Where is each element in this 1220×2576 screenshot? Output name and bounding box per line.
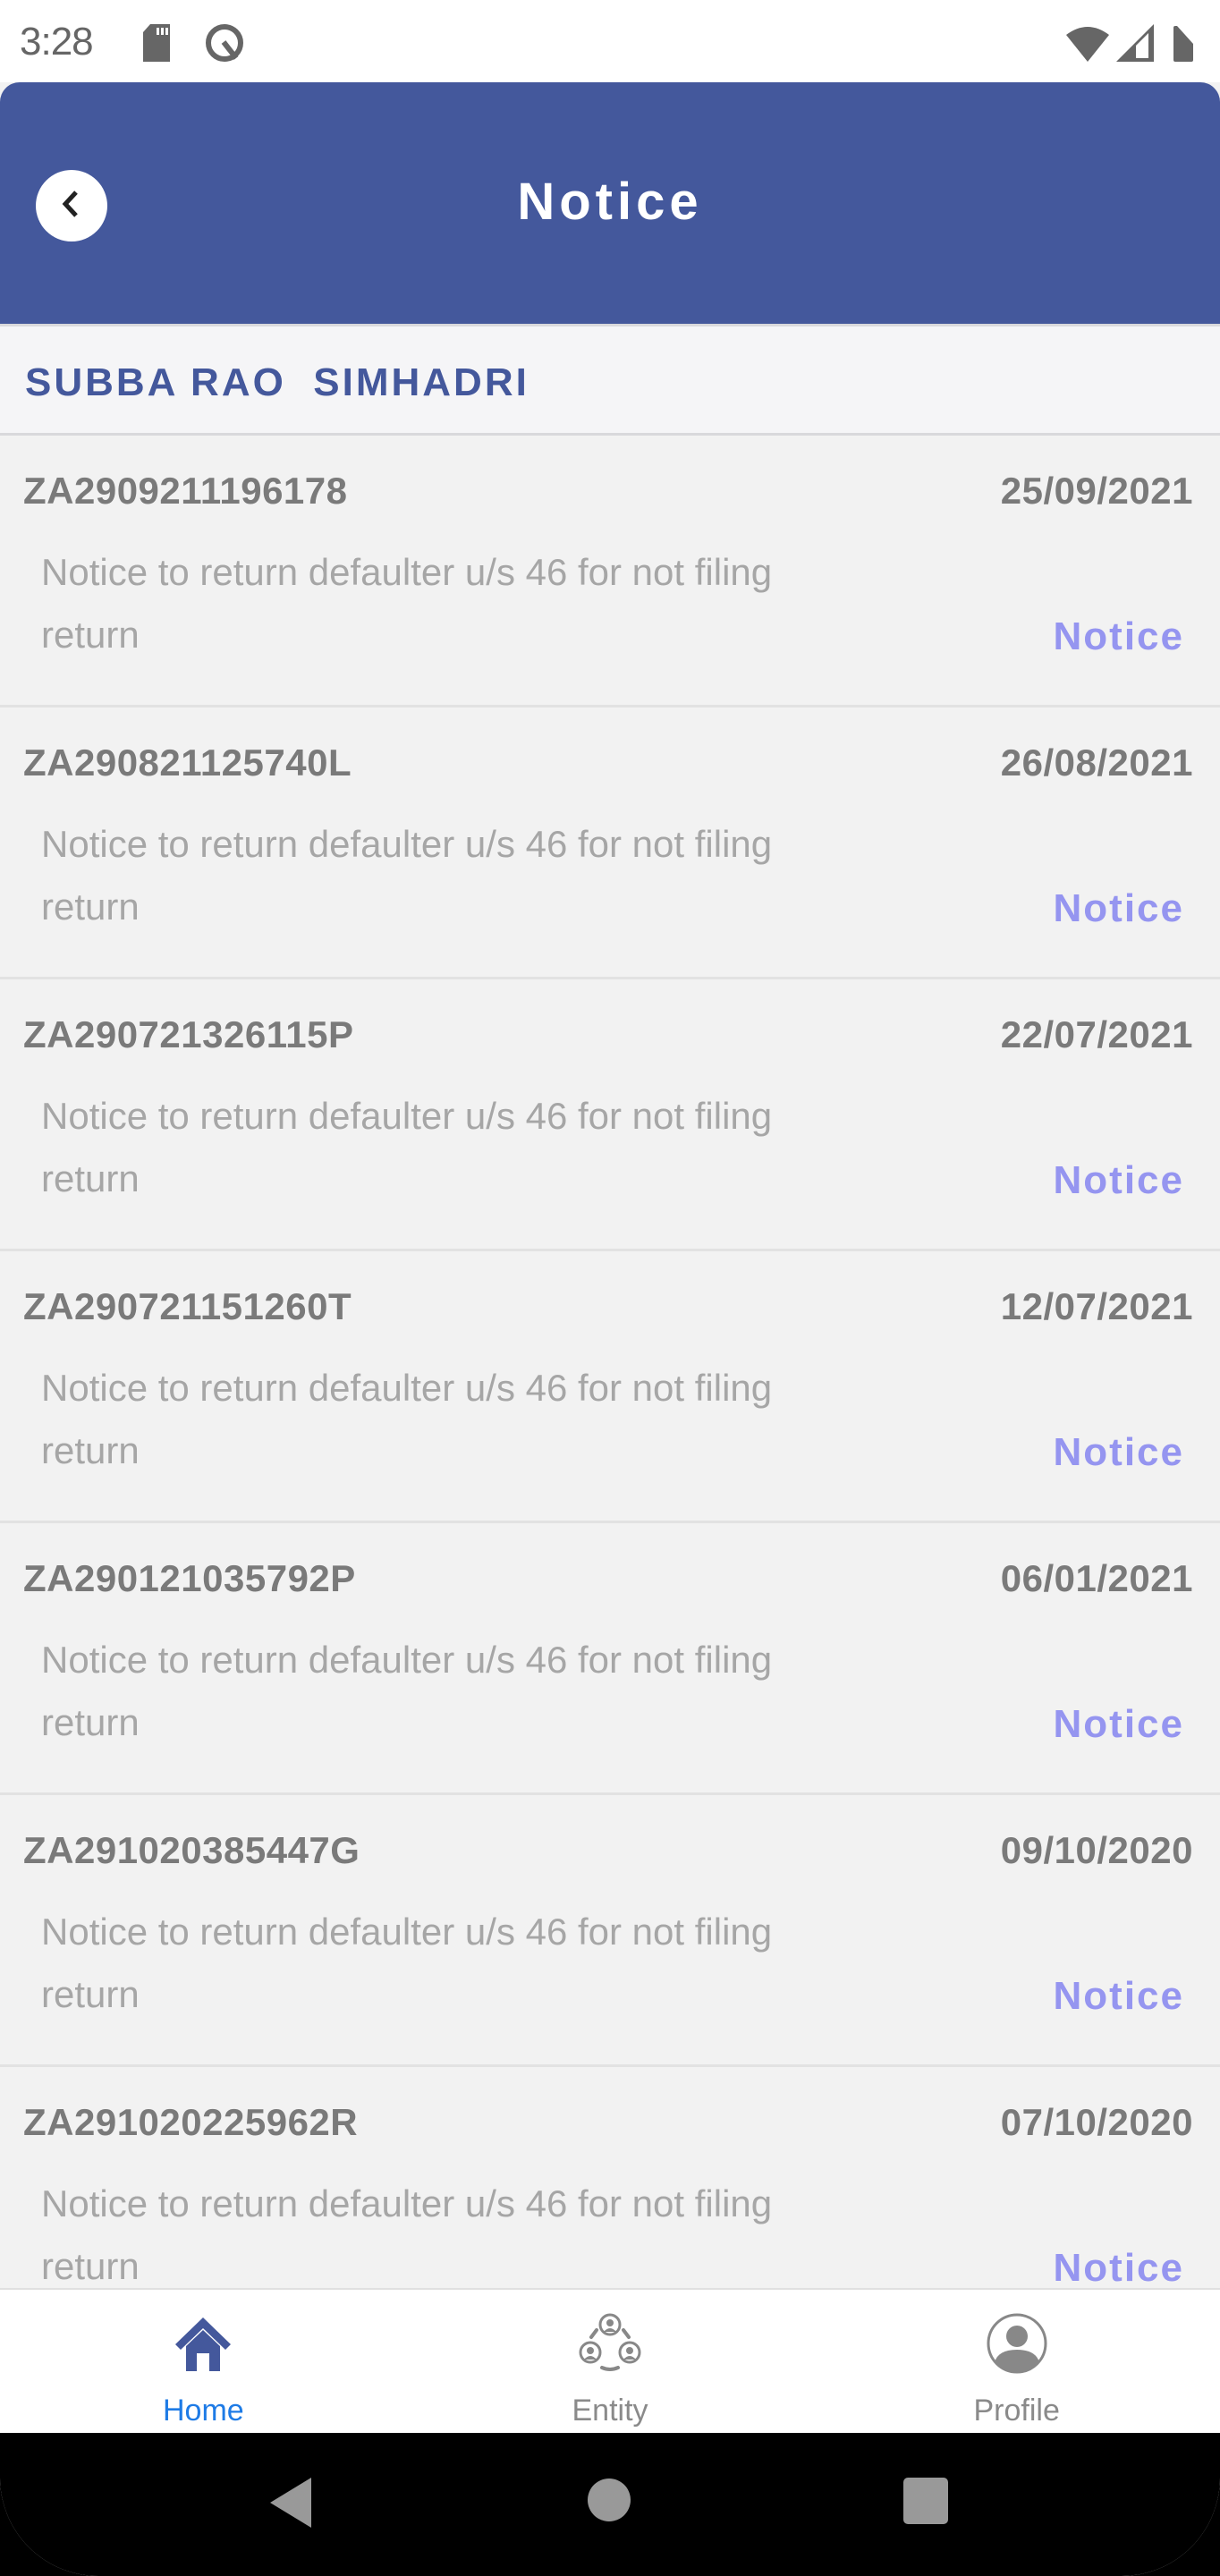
wifi-icon	[1064, 24, 1111, 66]
system-home-icon[interactable]	[587, 2478, 631, 2527]
app-screen: 3:28 Notice SUBBA RAO SIMHADRI ZA2909211…	[0, 0, 1220, 2576]
cell-signal-icon	[1116, 24, 1156, 66]
nav-item-entity[interactable]: Entity	[407, 2290, 814, 2433]
notice-link[interactable]: Notice	[1054, 2246, 1184, 2288]
notice-date: 12/07/2021	[1000, 1285, 1193, 1327]
notice-date: 07/10/2020	[1000, 2101, 1193, 2143]
notice-description: Notice to return defaulter u/s 46 for no…	[41, 1095, 773, 1199]
system-nav-bar	[0, 2433, 1220, 2576]
notice-description: Notice to return defaulter u/s 46 for no…	[41, 1367, 773, 1471]
notice-id: ZA2909211196178	[23, 470, 348, 512]
status-bar: 3:28	[0, 0, 1220, 82]
notice-id: ZA290721151260T	[23, 1285, 352, 1327]
nav-item-profile[interactable]: Profile	[813, 2290, 1220, 2433]
nav-item-home[interactable]: Home	[0, 2290, 407, 2433]
notice-date: 06/01/2021	[1000, 1557, 1193, 1599]
taxpayer-name: SUBBA RAO SIMHADRI	[25, 360, 530, 404]
notice-id: ZA290121035792P	[23, 1557, 356, 1599]
notice-date: 09/10/2020	[1000, 1829, 1193, 1871]
status-time: 3:28	[20, 20, 94, 64]
taxpayer-name-bar: SUBBA RAO SIMHADRI	[0, 324, 1220, 436]
notice-row[interactable]: ZA291020385447G 09/10/2020 Notice to ret…	[0, 1795, 1220, 2067]
nav-label-home: Home	[162, 2394, 244, 2428]
notice-link[interactable]: Notice	[1054, 1702, 1184, 1747]
notice-link[interactable]: Notice	[1054, 886, 1184, 931]
notice-id: ZA291020385447G	[23, 1829, 360, 1871]
notice-id: ZA290821125740L	[23, 741, 352, 784]
data-saver-icon	[204, 22, 245, 68]
notice-description: Notice to return defaulter u/s 46 for no…	[41, 551, 773, 656]
notice-date: 25/09/2021	[1000, 470, 1193, 512]
sd-card-icon	[143, 24, 170, 66]
notice-link[interactable]: Notice	[1054, 1158, 1184, 1203]
profile-icon	[981, 2308, 1053, 2379]
notice-id: ZA291020225962R	[23, 2101, 359, 2143]
notice-link[interactable]: Notice	[1054, 1974, 1184, 2019]
home-icon	[167, 2308, 239, 2379]
notice-description: Notice to return defaulter u/s 46 for no…	[41, 1911, 773, 2015]
notice-date: 26/08/2021	[1000, 741, 1193, 784]
notice-row[interactable]: ZA290121035792P 06/01/2021 Notice to ret…	[0, 1523, 1220, 1795]
notice-row[interactable]: ZA290721151260T 12/07/2021 Notice to ret…	[0, 1251, 1220, 1523]
notice-date: 22/07/2021	[1000, 1013, 1193, 1055]
notice-link[interactable]: Notice	[1054, 614, 1184, 659]
system-back-icon[interactable]	[268, 2478, 313, 2532]
system-recents-icon[interactable]	[903, 2478, 948, 2529]
notice-link[interactable]: Notice	[1054, 1430, 1184, 1475]
notice-id: ZA290721326115P	[23, 1013, 354, 1055]
notice-row[interactable]: ZA291020225962R 07/10/2020 Notice to ret…	[0, 2067, 1220, 2288]
notice-row[interactable]: ZA290721326115P 22/07/2021 Notice to ret…	[0, 979, 1220, 1251]
app-header: Notice	[0, 82, 1220, 324]
nav-label-entity: Entity	[572, 2394, 648, 2428]
notice-row[interactable]: ZA2909211196178 25/09/2021 Notice to ret…	[0, 436, 1220, 708]
notice-list[interactable]: ZA2909211196178 25/09/2021 Notice to ret…	[0, 436, 1220, 2288]
bottom-nav: Home Entity Profile	[0, 2288, 1220, 2433]
entity-group-icon	[574, 2308, 646, 2379]
page-title: Notice	[517, 173, 703, 231]
notice-row[interactable]: ZA290821125740L 26/08/2021 Notice to ret…	[0, 708, 1220, 979]
nav-label-profile: Profile	[973, 2394, 1060, 2428]
notice-description: Notice to return defaulter u/s 46 for no…	[41, 1639, 773, 1743]
battery-icon	[1173, 26, 1193, 66]
notice-description: Notice to return defaulter u/s 46 for no…	[41, 823, 773, 928]
notice-description: Notice to return defaulter u/s 46 for no…	[41, 2182, 773, 2287]
